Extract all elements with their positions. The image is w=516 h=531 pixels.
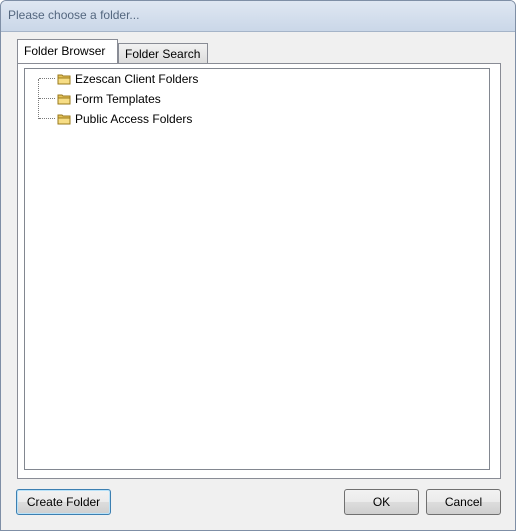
folder-tree[interactable]: Ezescan Client Folders Form Templates Pu… (24, 68, 490, 470)
tab-panel: Ezescan Client Folders Form Templates Pu… (17, 63, 501, 479)
folder-icon (57, 113, 71, 125)
tree-item-label: Public Access Folders (75, 112, 193, 126)
cancel-button[interactable]: Cancel (426, 489, 501, 515)
title-bar[interactable]: Please choose a folder... (1, 1, 515, 32)
ok-button[interactable]: OK (344, 489, 419, 515)
tree-item-label: Form Templates (75, 92, 161, 106)
tree-connector (39, 78, 55, 80)
tree-item-form-templates[interactable]: Form Templates (25, 89, 161, 109)
tree-item-label: Ezescan Client Folders (75, 72, 199, 86)
tab-label: Folder Browser (24, 44, 106, 58)
tab-label: Folder Search (125, 47, 201, 61)
folder-dialog: Please choose a folder... Folder Browser… (0, 0, 516, 531)
folder-icon (57, 93, 71, 105)
folder-icon (57, 73, 71, 85)
tab-folder-search[interactable]: Folder Search (118, 43, 208, 63)
button-label: Cancel (444, 495, 483, 509)
tree-connector (39, 118, 55, 120)
tree-connector (39, 98, 55, 100)
tab-folder-browser[interactable]: Folder Browser (17, 39, 118, 63)
create-folder-button[interactable]: Create Folder (16, 489, 111, 515)
tree-item-ezescan-client-folders[interactable]: Ezescan Client Folders (25, 69, 198, 89)
button-label: OK (372, 495, 391, 509)
button-label: Create Folder (26, 495, 101, 509)
tree-item-public-access-folders[interactable]: Public Access Folders (25, 109, 192, 129)
window-title: Please choose a folder... (8, 8, 140, 22)
